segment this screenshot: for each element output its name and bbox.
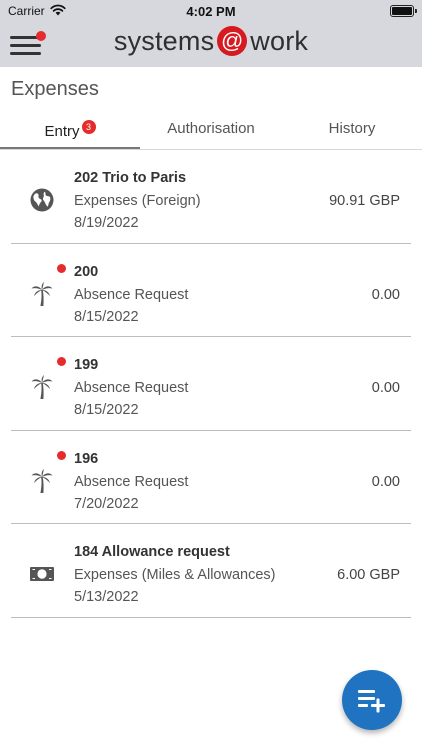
- entry-amount: 0.00: [371, 380, 400, 396]
- entry-type: Absence Request: [74, 380, 189, 396]
- status-bar: Carrier 4:02 PM: [0, 0, 422, 22]
- entry-type: Absence Request: [74, 473, 189, 490]
- entry-amount: 0.00: [371, 473, 400, 490]
- status-time: 4:02 PM: [186, 4, 236, 19]
- unread-dot: [57, 263, 66, 273]
- entry-title: 199: [74, 357, 99, 373]
- tab-history[interactable]: History: [282, 110, 422, 150]
- logo-text-systems: systems: [113, 26, 215, 56]
- entry-title: 184 Allowance request: [74, 544, 230, 560]
- palm-tree-icon: [31, 468, 53, 493]
- list-item[interactable]: 184 Allowance request Expenses (Miles & …: [0, 524, 422, 618]
- entry-date: 5/13/2022: [74, 589, 139, 605]
- entry-amount: 90.91 GBP: [329, 193, 400, 209]
- entry-title: 196: [74, 450, 99, 467]
- entry-date: 7/20/2022: [74, 495, 139, 512]
- tab-history-label: History: [328, 120, 376, 137]
- list-item[interactable]: 202 Trio to Paris Expenses (Foreign) 8/1…: [0, 150, 422, 244]
- entry-date: 8/15/2022: [74, 308, 139, 325]
- add-list-icon: [358, 690, 385, 713]
- tab-bar: Entry 3 Authorisation History: [0, 110, 422, 150]
- entry-date: 8/19/2022: [74, 215, 139, 231]
- palm-tree-icon: [31, 281, 53, 306]
- entry-date: 8/15/2022: [74, 402, 139, 418]
- list-item[interactable]: 200 Absence Request 8/15/2022 0.00: [0, 244, 422, 337]
- entry-amount: 0.00: [371, 286, 400, 303]
- row-divider: [11, 616, 411, 618]
- systems-at-work-logo: systems @ work: [0, 26, 422, 57]
- tab-authorisation[interactable]: Authorisation: [141, 110, 281, 150]
- tab-entry-badge: 3: [81, 120, 96, 134]
- expense-list: 202 Trio to Paris Expenses (Foreign) 8/1…: [0, 150, 422, 618]
- entry-title: 202 Trio to Paris: [74, 170, 187, 186]
- unread-dot: [57, 357, 66, 366]
- list-item[interactable]: 196 Absence Request 7/20/2022 0.00: [0, 431, 422, 524]
- globe-icon: [30, 188, 54, 212]
- tab-entry[interactable]: Entry 3: [0, 110, 140, 150]
- battery-icon: [390, 5, 417, 17]
- entry-type: Expenses (Foreign): [74, 193, 201, 209]
- entry-amount: 6.00 GBP: [337, 567, 400, 583]
- list-item[interactable]: 199 Absence Request 8/15/2022 0.00: [0, 337, 422, 431]
- page-title: Expenses: [11, 78, 99, 100]
- app-header: systems @ work: [0, 22, 422, 67]
- entry-type: Expenses (Miles & Allowances): [74, 567, 276, 583]
- tab-entry-label: Entry: [44, 123, 80, 140]
- entry-title: 200: [74, 263, 99, 280]
- add-entry-button[interactable]: [342, 670, 402, 730]
- logo-at-icon: @: [217, 26, 248, 56]
- unread-dot: [57, 450, 66, 460]
- logo-text-work: work: [250, 26, 309, 56]
- tab-authorisation-label: Authorisation: [167, 120, 255, 137]
- entry-type: Absence Request: [74, 286, 189, 303]
- banknote-icon: [30, 567, 54, 581]
- palm-tree-icon: [31, 375, 53, 399]
